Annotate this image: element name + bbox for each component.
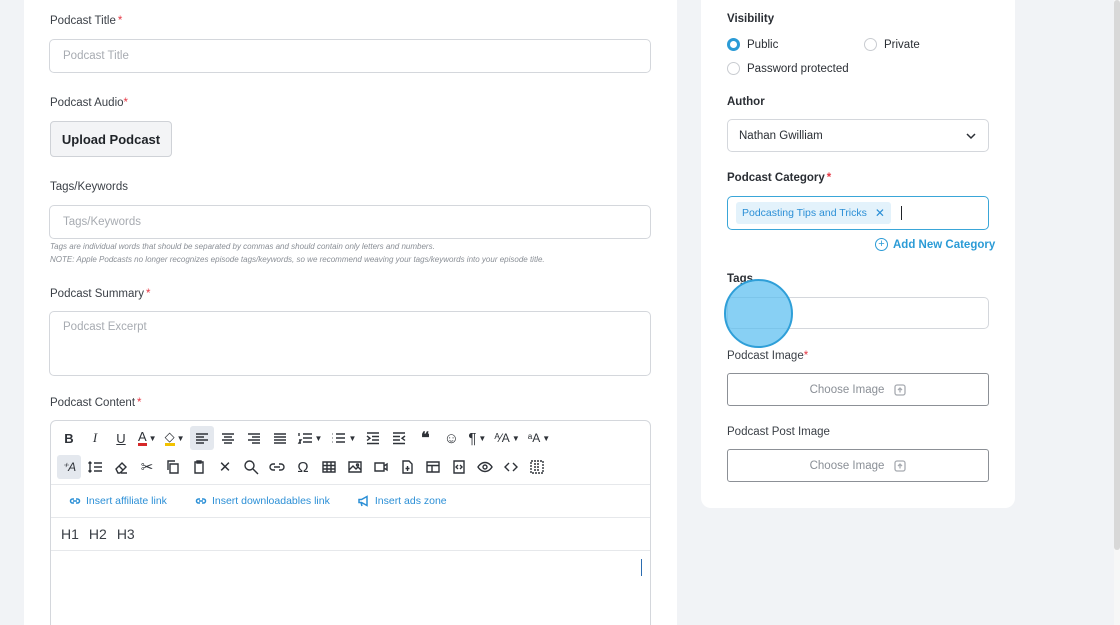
find-icon[interactable] xyxy=(239,455,263,479)
add-new-category-button[interactable]: + Add New Category xyxy=(875,238,995,251)
heading-2-button[interactable]: H2 xyxy=(89,526,107,542)
editor-text-caret xyxy=(641,559,642,576)
insert-ads-zone[interactable]: Insert ads zone xyxy=(358,495,447,507)
page-scrollbar[interactable] xyxy=(1114,0,1120,625)
link-icon xyxy=(69,498,81,504)
tags-hint: Tags are individual words that should be… xyxy=(50,242,435,251)
tags-note: NOTE: Apple Podcasts no longer recognize… xyxy=(50,255,545,264)
align-justify-icon[interactable] xyxy=(268,426,292,450)
tags-keywords-input[interactable]: Tags/Keywords xyxy=(49,205,651,239)
podcast-title-input[interactable]: Podcast Title xyxy=(49,39,651,73)
insert-file-icon[interactable] xyxy=(395,455,419,479)
visibility-private-radio[interactable]: Private xyxy=(864,38,920,51)
heading-3-button[interactable]: H3 xyxy=(117,526,135,542)
author-select[interactable]: Nathan Gwilliam xyxy=(727,119,989,152)
choose-podcast-image-button[interactable]: Choose Image xyxy=(727,373,989,406)
remove-format-icon[interactable]: ✕ xyxy=(213,455,237,479)
code-block-icon[interactable] xyxy=(447,455,471,479)
align-left-icon[interactable] xyxy=(189,426,214,450)
emoji-icon[interactable]: ☺ xyxy=(439,426,463,450)
outdent-icon[interactable] xyxy=(387,426,411,450)
category-chip: Podcasting Tips and Tricks ✕ xyxy=(736,202,891,224)
visibility-password-radio[interactable]: Password protected xyxy=(727,62,849,75)
bullet-list-icon[interactable]: ▼ xyxy=(327,426,359,450)
paragraph-format-icon[interactable]: ¶ ▼ xyxy=(465,426,489,450)
clear-formatting-icon[interactable] xyxy=(109,455,133,479)
italic-icon[interactable]: I xyxy=(83,426,107,450)
podcast-image-label: Podcast Image* xyxy=(727,350,809,362)
font-family-icon[interactable]: ᵃA ▼ xyxy=(525,426,553,450)
ordered-list-icon[interactable]: ▼ xyxy=(294,426,326,450)
podcast-summary-label: Podcast Summary * xyxy=(50,288,151,300)
podcast-audio-label: Podcast Audio* xyxy=(50,97,129,109)
upload-icon xyxy=(894,459,907,472)
megaphone-icon xyxy=(358,495,368,507)
podcast-category-label: Podcast Category * xyxy=(727,172,832,184)
bold-icon[interactable]: B xyxy=(57,426,81,450)
preview-icon[interactable] xyxy=(473,455,497,479)
podcast-category-input[interactable]: Podcasting Tips and Tricks ✕ xyxy=(727,196,989,230)
cut-icon[interactable]: ✂ xyxy=(135,455,159,479)
insert-link-icon[interactable] xyxy=(265,455,289,479)
insert-table-icon[interactable] xyxy=(317,455,341,479)
special-characters-icon[interactable]: Ω xyxy=(291,455,315,479)
link-icon xyxy=(195,498,207,504)
podcast-content-label: Podcast Content * xyxy=(50,397,142,409)
close-icon[interactable]: ✕ xyxy=(875,206,885,220)
editor-toolbar-row-2: ⁺A ✂ ✕ Ω xyxy=(57,454,549,480)
line-height-icon[interactable] xyxy=(83,455,107,479)
editor-toolbar-row-1: B I U A ▼ ◇ ▼ ▼ ▼ ❝ ☺ ¶ ▼ ᴬ⁄A ▼ ᵃA ▼ xyxy=(57,425,553,451)
text-caret xyxy=(900,206,902,220)
podcast-post-image-label: Podcast Post Image xyxy=(727,426,830,438)
rich-text-editor[interactable]: B I U A ▼ ◇ ▼ ▼ ▼ ❝ ☺ ¶ ▼ ᴬ⁄A ▼ ᵃA ▼ ⁺A ✂ ✕ Ω xyxy=(50,420,651,625)
radio-unselected-icon xyxy=(864,38,877,51)
podcast-summary-textarea[interactable]: Podcast Excerpt xyxy=(49,311,651,376)
chevron-down-icon xyxy=(966,132,976,139)
font-size-icon[interactable]: ᴬ⁄A ▼ xyxy=(491,426,522,450)
click-indicator xyxy=(724,279,793,348)
insert-video-icon[interactable] xyxy=(369,455,393,479)
copy-icon[interactable] xyxy=(161,455,185,479)
upload-podcast-button[interactable]: Upload Podcast xyxy=(50,121,172,157)
indent-icon[interactable] xyxy=(361,426,385,450)
embed-icon[interactable] xyxy=(421,455,445,479)
editor-heading-row: H1 H2 H3 xyxy=(51,518,650,551)
author-label: Author xyxy=(727,96,765,108)
insert-affiliate-link[interactable]: Insert affiliate link xyxy=(69,495,167,507)
radio-unselected-icon xyxy=(727,62,740,75)
text-color-icon[interactable]: A ▼ xyxy=(135,426,160,450)
podcast-title-label: Podcast Title * xyxy=(50,15,123,27)
underline-icon[interactable]: U xyxy=(109,426,133,450)
plus-circle-icon: + xyxy=(875,238,888,251)
upload-icon xyxy=(894,383,907,396)
tags-keywords-label: Tags/Keywords xyxy=(50,181,128,193)
insert-image-icon[interactable] xyxy=(343,455,367,479)
editor-insert-row: Insert affiliate link Insert downloadabl… xyxy=(51,484,650,518)
code-view-icon[interactable] xyxy=(499,455,523,479)
radio-selected-icon xyxy=(727,38,740,51)
highlight-color-icon[interactable]: ◇ ▼ xyxy=(162,426,188,450)
align-right-icon[interactable] xyxy=(242,426,266,450)
visibility-public-radio[interactable]: Public xyxy=(727,38,778,51)
align-center-icon[interactable] xyxy=(216,426,240,450)
heading-1-button[interactable]: H1 xyxy=(61,526,79,542)
select-all-icon[interactable] xyxy=(525,455,549,479)
scrollbar-thumb[interactable] xyxy=(1114,0,1120,550)
visibility-label: Visibility xyxy=(727,13,775,25)
choose-post-image-button[interactable]: Choose Image xyxy=(727,449,989,482)
paste-icon[interactable] xyxy=(187,455,211,479)
paragraph-style-icon[interactable]: ⁺A xyxy=(57,455,81,479)
insert-downloadables-link[interactable]: Insert downloadables link xyxy=(195,495,330,507)
blockquote-icon[interactable]: ❝ xyxy=(413,426,437,450)
